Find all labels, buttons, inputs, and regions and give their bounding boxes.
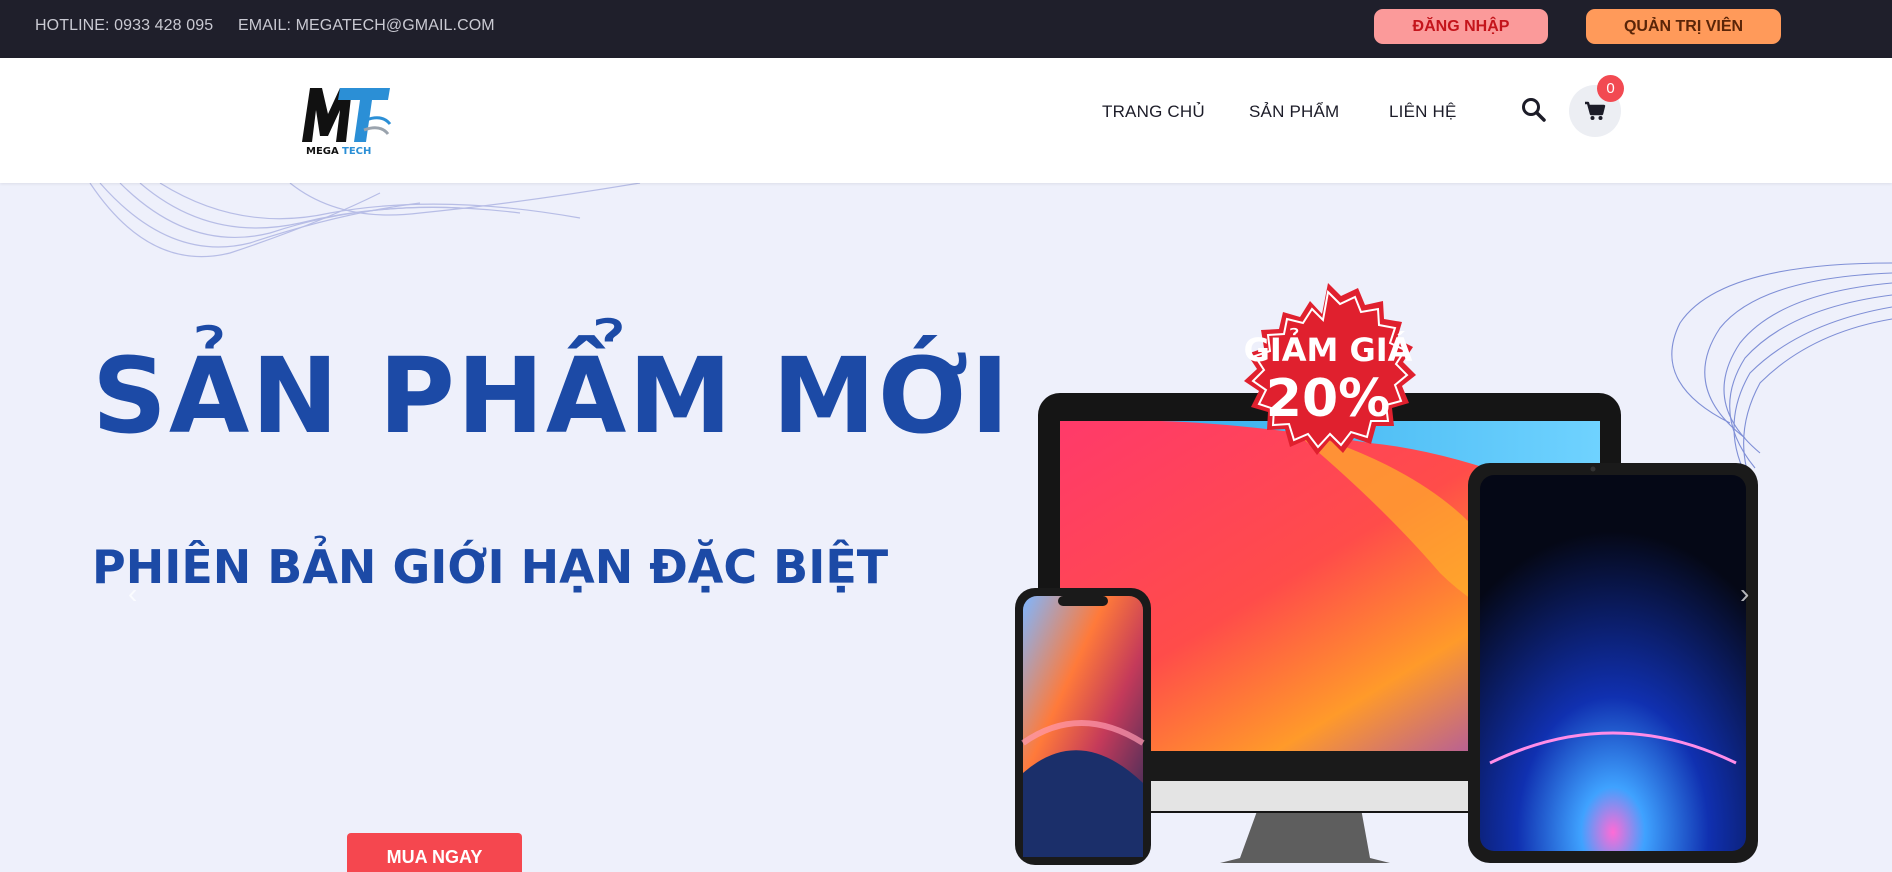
admin-button[interactable]: QUẢN TRỊ VIÊN (1586, 9, 1781, 44)
top-bar: HOTLINE: 0933 428 095 EMAIL: MEGATECH@GM… (0, 0, 1892, 58)
cart-icon (1585, 101, 1606, 120)
cart-count-badge: 0 (1597, 75, 1624, 102)
svg-text:TECH: TECH (342, 146, 371, 156)
main-header: MEGA TECH TRANG CHỦ SẢN PHẨM LIÊN HỆ 0 (0, 58, 1892, 183)
badge-line1: GIẢM GIÁ (1244, 328, 1413, 369)
hero-banner: SẢN PHẨM MỚI PHIÊN BẢN GIỚI HẠN ĐẶC BIỆT (0, 183, 1892, 872)
login-button[interactable]: ĐĂNG NHẬP (1374, 9, 1548, 44)
hero-title: SẢN PHẨM MỚI (92, 335, 1012, 457)
email-text: EMAIL: MEGATECH@GMAIL.COM (238, 17, 495, 34)
hero-subtitle: PHIÊN BẢN GIỚI HẠN ĐẶC BIỆT (92, 540, 889, 594)
hotline-text: HOTLINE: 0933 428 095 (35, 17, 214, 34)
nav-contact[interactable]: LIÊN HỆ (1389, 102, 1457, 122)
svg-text:MEGA: MEGA (306, 146, 339, 156)
product-devices-image: GIẢM GIÁ 20% (1015, 283, 1758, 865)
site-logo[interactable]: MEGA TECH (296, 80, 392, 157)
nav-products[interactable]: SẢN PHẨM (1249, 102, 1339, 122)
carousel-prev-arrow[interactable]: ‹ (128, 578, 154, 609)
nav-home[interactable]: TRANG CHỦ (1102, 102, 1205, 122)
badge-line2: 20% (1266, 369, 1390, 429)
search-icon[interactable] (1520, 96, 1548, 124)
buy-now-button[interactable]: MUA NGAY (347, 833, 522, 872)
carousel-next-arrow[interactable]: › (1740, 578, 1766, 609)
